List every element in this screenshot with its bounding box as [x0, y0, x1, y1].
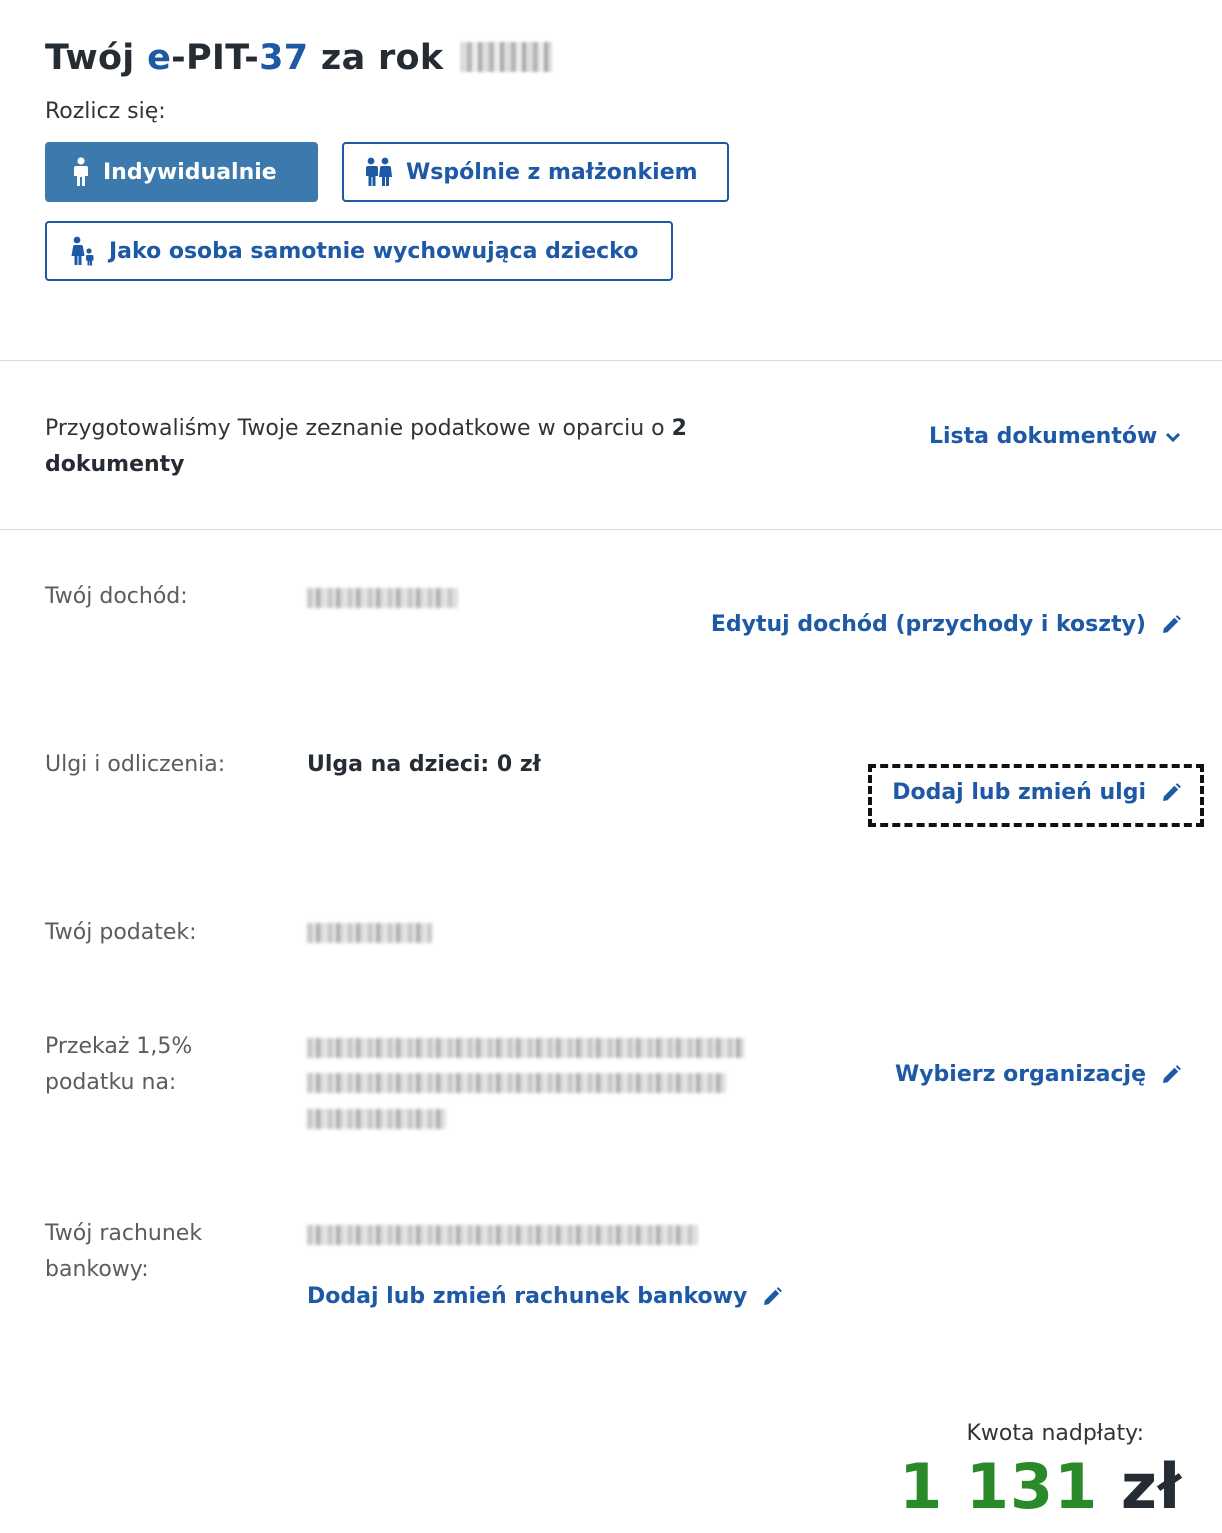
documents-text: Przygotowaliśmy Twoje zeznanie podatkowe… — [45, 416, 672, 441]
divider — [0, 360, 1222, 361]
reliefs-value: Ulga na dzieci: 0 zł — [307, 752, 541, 777]
donation-value-redacted-line-1 — [307, 1038, 744, 1058]
couple-icon — [366, 157, 392, 186]
pencil-icon — [1163, 782, 1181, 801]
parent-child-icon — [71, 236, 94, 266]
edit-bank-account-label: Dodaj lub zmień rachunek bankowy — [307, 1284, 748, 1309]
edit-income-label: Edytuj dochód (przychody i koszty) — [710, 612, 1146, 637]
page-title: Twój e-PIT-37 za rok — [45, 38, 552, 78]
pencil-icon — [1163, 1064, 1181, 1083]
edit-reliefs-label: Dodaj lub zmień ulgi — [892, 780, 1146, 805]
single-parent-button-label: Jako osoba samotnie wychowująca dziecko — [109, 238, 639, 264]
documents-list-label: Lista dokumentów — [929, 424, 1158, 449]
income-value-redacted — [307, 588, 457, 608]
bank-value-redacted — [307, 1225, 697, 1245]
single-parent-button[interactable]: Jako osoba samotnie wychowująca dziecko — [45, 221, 673, 281]
documents-list-toggle[interactable]: Lista dokumentów — [929, 424, 1181, 449]
choose-organization-link[interactable]: Wybierz organizację — [895, 1062, 1182, 1087]
settlement-prompt: Rozlicz się: — [45, 99, 166, 124]
edit-reliefs-link[interactable]: Dodaj lub zmień ulgi — [892, 780, 1182, 805]
donation-label: Przekaż 1,5% podatku na: — [45, 1034, 193, 1095]
bank-label: Twój rachunek bankowy: — [45, 1221, 203, 1282]
person-icon — [74, 157, 88, 186]
individual-button[interactable]: Indywidualnie — [45, 142, 318, 202]
donation-value-redacted-line-3 — [307, 1109, 447, 1129]
tax-value-redacted — [307, 923, 432, 943]
refund-amount: 1 131 zł — [899, 1450, 1182, 1523]
individual-button-label: Indywidualnie — [103, 159, 277, 185]
pencil-icon — [764, 1286, 783, 1305]
reliefs-label: Ulgi i odliczenia: — [45, 752, 226, 777]
redacted-year — [459, 42, 552, 72]
edit-bank-account-link[interactable]: Dodaj lub zmień rachunek bankowy — [307, 1284, 783, 1309]
title-text-pit: -PIT- — [171, 38, 260, 78]
title-text-37: 37 — [259, 38, 309, 78]
tax-label: Twój podatek: — [45, 920, 197, 945]
divider — [0, 529, 1222, 530]
edit-income-link[interactable]: Edytuj dochód (przychody i koszty) — [711, 612, 1182, 637]
income-label: Twój dochód: — [45, 584, 188, 609]
refund-label: Kwota nadpłaty: — [966, 1421, 1144, 1446]
documents-word: dokumenty — [45, 452, 185, 477]
choose-organization-label: Wybierz organizację — [894, 1062, 1146, 1087]
joint-button-label: Wspólnie z małżonkiem — [406, 159, 698, 185]
refund-amount-value: 1 131 — [899, 1450, 1099, 1523]
refund-currency: zł — [1120, 1450, 1182, 1523]
donation-value-redacted-line-2 — [307, 1073, 727, 1093]
pencil-icon — [1163, 614, 1181, 633]
title-text-suffix: za rok — [308, 38, 444, 78]
joint-button[interactable]: Wspólnie z małżonkiem — [342, 142, 729, 202]
documents-count: 2 — [671, 416, 687, 441]
chevron-down-icon — [1166, 432, 1181, 442]
documents-summary: Przygotowaliśmy Twoje zeznanie podatkowe… — [45, 411, 745, 483]
title-text-prefix: Twój — [45, 38, 148, 78]
title-text-e: e — [147, 38, 172, 78]
